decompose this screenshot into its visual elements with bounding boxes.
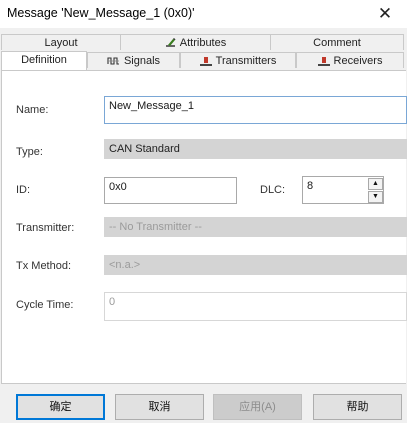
signals-icon <box>107 55 120 71</box>
tab-transmitters[interactable]: Transmitters <box>180 52 296 68</box>
tab-receivers-label: Receivers <box>333 55 383 67</box>
tab-comment-label: Comment <box>313 37 361 49</box>
tab-signals-label: Signals <box>123 55 161 67</box>
cancel-button[interactable]: 取消 <box>115 394 204 420</box>
tx-method-field: <n.a.> <box>104 255 407 275</box>
id-field[interactable]: 0x0 <box>104 177 237 204</box>
tx-method-label: Tx Method: <box>16 260 72 272</box>
ok-button[interactable]: 确定 <box>16 394 105 420</box>
cycle-time-label: Cycle Time: <box>16 299 74 311</box>
dlc-increment-button[interactable]: ▲ <box>368 178 383 190</box>
type-field[interactable]: CAN Standard <box>104 139 407 159</box>
tab-definition-label: Definition <box>21 54 67 66</box>
tab-transmitters-label: Transmitters <box>215 55 277 67</box>
tab-attributes-label: Attributes <box>179 37 227 49</box>
name-field[interactable]: New_Message_1 <box>104 96 407 124</box>
transmitter-label: Transmitter: <box>16 222 75 234</box>
help-button[interactable]: 帮助 <box>313 394 402 420</box>
close-button[interactable]: ✕ <box>363 0 407 28</box>
tab-layout[interactable]: Layout <box>1 34 121 50</box>
tab-definition[interactable]: Definition <box>1 51 87 70</box>
tab-attributes[interactable]: Attributes <box>120 34 271 50</box>
apply-button: 应用(A) <box>213 394 302 420</box>
attributes-icon <box>165 37 176 53</box>
dlc-decrement-button[interactable]: ▼ <box>368 191 383 203</box>
tab-layout-label: Layout <box>44 37 78 49</box>
id-label: ID: <box>16 184 31 196</box>
dlc-label: DLC: <box>260 184 286 196</box>
type-label: Type: <box>16 146 43 158</box>
window-title: Message 'New_Message_1 (0x0)' <box>7 6 195 20</box>
cycle-time-field: 0 <box>104 292 407 321</box>
receiver-icon <box>317 55 330 71</box>
name-label: Name: <box>16 104 49 116</box>
tab-signals[interactable]: Signals <box>87 52 180 68</box>
transmitter-field: -- No Transmitter -- <box>104 217 407 237</box>
transmitter-icon <box>199 55 212 71</box>
title-bar: Message 'New_Message_1 (0x0)' ✕ <box>0 0 407 28</box>
tab-comment[interactable]: Comment <box>270 34 404 50</box>
tab-receivers[interactable]: Receivers <box>296 52 404 68</box>
